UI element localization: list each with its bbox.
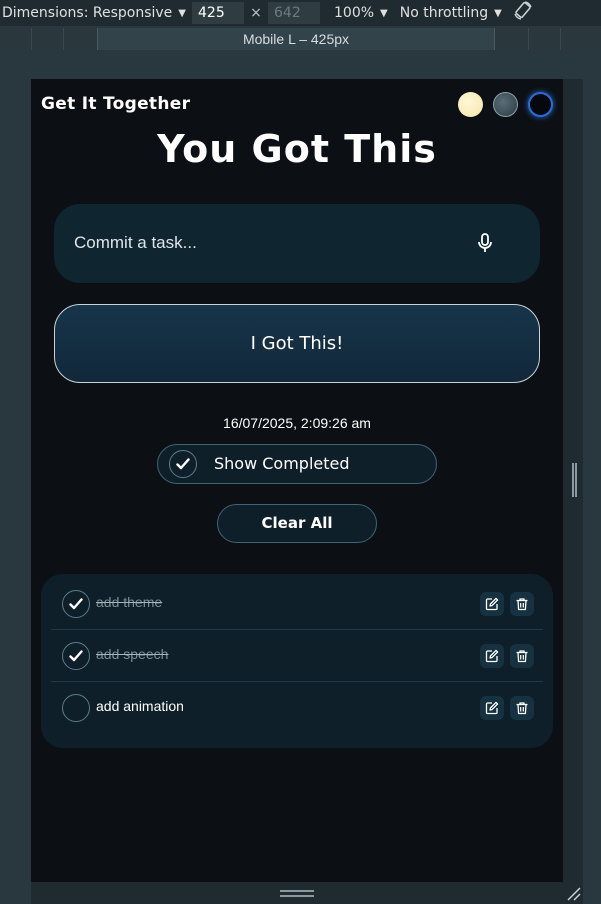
task-complete-checkbox[interactable] <box>62 642 90 670</box>
task-text: add speech <box>96 646 169 662</box>
list-item: add animation <box>51 682 543 734</box>
task-complete-checkbox[interactable] <box>62 694 90 722</box>
app-brand: Get It Together <box>41 94 191 114</box>
times-label: × <box>250 5 262 21</box>
task-list: add theme add speech add animation <box>41 574 553 748</box>
width-input[interactable]: 425 <box>192 2 244 24</box>
dimensions-dropdown[interactable]: Dimensions: Responsive <box>0 5 172 21</box>
ruler-segment[interactable] <box>63 28 64 50</box>
show-completed-toggle[interactable]: Show Completed <box>157 444 437 484</box>
ruler-segment[interactable] <box>31 28 32 50</box>
task-input-placeholder: Commit a task... <box>74 233 197 252</box>
chevron-down-icon[interactable]: ▼ <box>380 8 388 19</box>
trash-icon[interactable] <box>510 696 534 720</box>
height-input[interactable]: 642 <box>268 2 320 24</box>
task-text: add animation <box>96 698 184 714</box>
trash-icon[interactable] <box>510 592 534 616</box>
trash-icon[interactable] <box>510 644 534 668</box>
resize-handle-right[interactable] <box>572 463 577 497</box>
media-query-ruler: Mobile L – 425px <box>0 28 601 50</box>
page-title: You Got This <box>157 127 437 171</box>
theme-slate-button[interactable] <box>493 92 518 117</box>
checkmark-icon <box>169 450 197 478</box>
show-completed-label: Show Completed <box>214 454 350 473</box>
clear-all-button[interactable]: Clear All <box>217 504 377 543</box>
device-viewport: Get It Together You Got This Commit a ta… <box>31 79 563 882</box>
edit-icon[interactable] <box>480 644 504 668</box>
current-datetime: 16/07/2025, 2:09:26 am <box>223 415 371 431</box>
theme-light-button[interactable] <box>458 92 483 117</box>
task-text: add theme <box>96 594 163 610</box>
resize-corner-icon[interactable] <box>566 886 582 902</box>
rotate-icon[interactable] <box>512 0 534 26</box>
zoom-dropdown[interactable]: 100% <box>334 5 374 21</box>
add-task-button[interactable]: I Got This! <box>54 304 540 383</box>
list-item: add speech <box>51 630 543 682</box>
microphone-icon[interactable] <box>474 231 496 255</box>
chevron-down-icon[interactable]: ▼ <box>494 8 502 19</box>
theme-dark-button[interactable] <box>528 92 553 117</box>
task-input[interactable]: Commit a task... <box>54 204 540 283</box>
ruler-segment[interactable] <box>560 28 561 50</box>
list-item: add theme <box>51 578 543 630</box>
ruler-segment[interactable] <box>528 28 529 50</box>
resize-handle-bottom[interactable] <box>280 890 314 897</box>
theme-switcher <box>458 92 553 117</box>
task-complete-checkbox[interactable] <box>62 590 90 618</box>
breakpoint-label[interactable]: Mobile L – 425px <box>97 28 495 50</box>
edit-icon[interactable] <box>480 592 504 616</box>
throttling-dropdown[interactable]: No throttling <box>400 5 488 21</box>
chevron-down-icon[interactable]: ▼ <box>178 8 186 19</box>
edit-icon[interactable] <box>480 696 504 720</box>
devtools-toolbar: Dimensions: Responsive ▼ 425 × 642 100% … <box>0 0 601 26</box>
